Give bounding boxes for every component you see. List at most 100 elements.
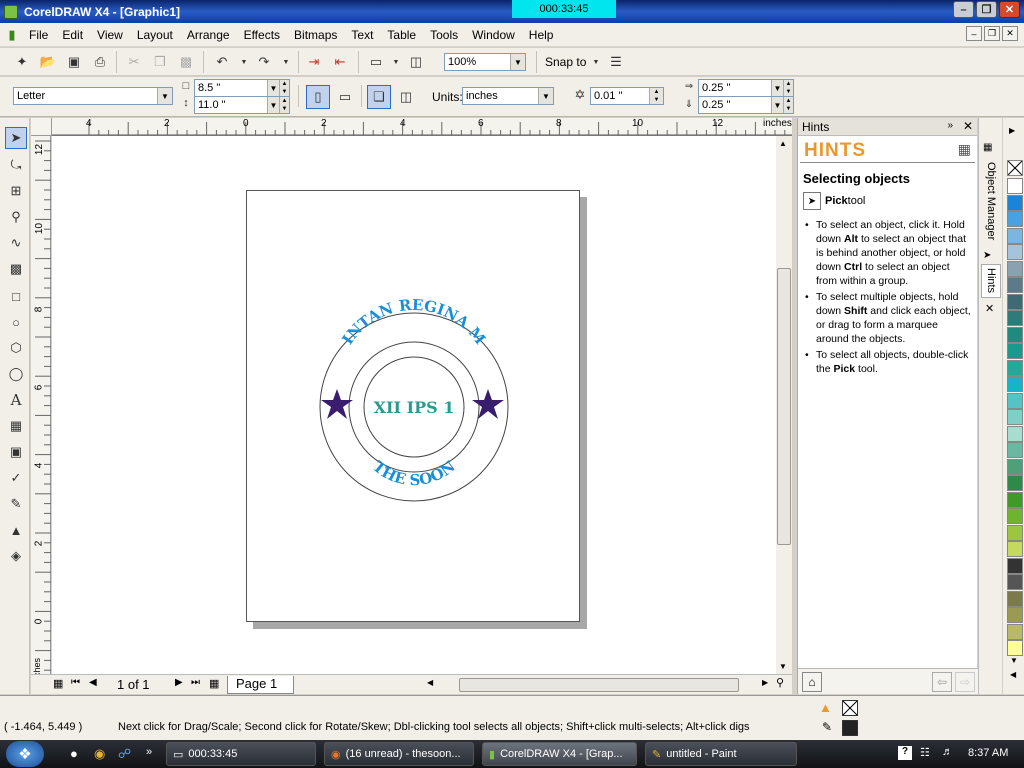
chevron-down-icon[interactable]: ▼ [771,80,783,96]
paper-type-combo[interactable]: Letter ▼ [13,87,173,105]
color-swatch[interactable] [1007,326,1023,343]
first-page-icon[interactable]: ⏮ [71,677,80,688]
menu-effects[interactable]: Effects [237,28,287,42]
dup-y-spin-icon[interactable]: ▲ ▼ [783,97,793,113]
redo-icon[interactable]: ↷ [254,52,274,72]
taskbar-item-browser[interactable]: ◉ (16 unread) - thesoon... [324,742,474,766]
color-swatch[interactable] [1007,227,1023,244]
color-swatch[interactable] [1007,392,1023,409]
undo-icon[interactable]: ↶ [212,52,232,72]
doc-close-button[interactable]: ✕ [1002,26,1018,41]
page-width-field[interactable]: 8.5 " ▼ ▲ ▼ [194,79,290,97]
tab-hints[interactable]: Hints [981,264,1001,298]
logo-design[interactable]: INTAN REGINA M THE SOON XII IPS 1 [247,191,581,623]
chrome-icon[interactable]: ◉ [94,746,105,762]
color-swatch[interactable] [1007,524,1023,541]
options-icon[interactable]: ☰ [606,52,626,72]
basic-shapes-tool-icon[interactable]: ◯ [5,363,27,385]
color-swatch[interactable] [1007,508,1023,524]
scroll-left-icon[interactable]: ◀ [427,678,433,687]
next-page-icon[interactable]: ▶ [175,677,183,688]
menu-layout[interactable]: Layout [130,28,180,42]
color-swatch[interactable] [1007,260,1023,277]
taskbar-item-timer[interactable]: ▭ 000:33:45 [166,742,316,766]
width-spin-icon[interactable]: ▲ ▼ [279,80,289,96]
fill-color-indicator[interactable] [842,700,858,716]
chevron-down-icon[interactable]: ▼ [267,80,279,96]
fill-tool-icon[interactable]: ▲ [5,519,27,541]
interactive-blend-tool-icon[interactable]: ▣ [5,441,27,463]
menu-tools[interactable]: Tools [423,28,465,42]
menu-edit[interactable]: Edit [55,28,90,42]
cut-icon[interactable]: ✂ [124,52,144,72]
vertical-ruler[interactable]: 12 10 8 6 4 2 0 inches [31,136,51,694]
chevron-down-icon[interactable]: ▼ [267,97,279,113]
open-icon[interactable]: 📂 [38,52,58,72]
rectangle-tool-icon[interactable]: □ [5,285,27,307]
height-spin-icon[interactable]: ▲ ▼ [279,97,289,113]
color-swatch[interactable] [1007,425,1023,442]
add-page-after-icon[interactable]: ▦ [209,677,219,690]
color-swatch[interactable] [1007,475,1023,491]
menu-arrange[interactable]: Arrange [180,28,237,42]
duplicate-distance-x-field[interactable]: 0.25 " ▼ ▲ ▼ [698,79,794,97]
color-swatch[interactable] [1007,211,1023,227]
bottom-curved-text[interactable]: THE SOON [369,457,459,489]
undo-dropdown-icon[interactable]: ▼ [234,52,254,72]
color-swatch[interactable] [1007,491,1023,508]
center-text[interactable]: XII IPS 1 [374,398,455,417]
zoom-level-combo[interactable]: 100% ▼ [444,53,526,71]
outline-pen-tool-icon[interactable]: ✎ [5,493,27,515]
scroll-up-icon[interactable]: ▲ [779,139,787,148]
polygon-tool-icon[interactable]: ⬡ [5,337,27,359]
add-page-before-icon[interactable]: ▦ [53,677,63,690]
units-combo[interactable]: inches ▼ [462,87,554,105]
home-icon[interactable]: ⌂ [802,672,822,692]
export-icon[interactable]: ⇤ [330,52,350,72]
menu-text[interactable]: Text [344,28,380,42]
network-tray-icon[interactable]: ☷ [920,746,930,759]
current-page-icon[interactable]: ◫ [395,85,417,109]
minimize-button[interactable]: – [953,1,974,18]
paste-icon[interactable]: ▩ [176,52,196,72]
zoom-tool-icon[interactable]: ⚲ [5,206,27,228]
chevron-down-icon[interactable]: ▼ [771,97,783,113]
ruler-origin-icon[interactable] [31,118,52,136]
import-icon[interactable]: ⇥ [304,52,324,72]
color-swatch[interactable] [1007,178,1023,194]
page-tab[interactable]: Page 1 [227,676,295,694]
object-manager-icon[interactable]: ▦ [983,142,992,153]
portrait-icon[interactable]: ▯ [306,85,330,109]
print-icon[interactable]: ⎙ [90,52,110,72]
redo-dropdown-icon[interactable]: ▼ [276,52,296,72]
application-launcher-icon[interactable]: ▭ [366,52,386,72]
color-swatch[interactable] [1007,293,1023,310]
taskbar-item-paint[interactable]: ✎ untitled - Paint [645,742,797,766]
color-swatch[interactable] [1007,623,1023,640]
nudge-spin-icon[interactable]: ▲ ▼ [649,88,663,104]
color-swatch[interactable] [1007,194,1023,211]
close-tab-icon[interactable]: ✕ [985,302,994,315]
vertical-scroll-thumb[interactable] [777,268,791,545]
dup-x-spin-icon[interactable]: ▲ ▼ [783,80,793,96]
launcher-dropdown-icon[interactable]: ▼ [386,52,406,72]
left-star[interactable] [321,389,353,419]
palette-expand-icon[interactable]: ◀ [1010,670,1016,679]
page-height-field[interactable]: 11.0 " ▼ ▲ ▼ [194,96,290,114]
color-swatch[interactable] [1007,590,1023,607]
text-tool-icon[interactable]: A [5,389,27,411]
menu-window[interactable]: Window [465,28,522,42]
welcome-screen-icon[interactable]: ◫ [406,52,426,72]
smart-fill-tool-icon[interactable]: ▩ [5,258,27,280]
back-icon[interactable]: ⇦ [932,672,952,692]
scroll-down-icon[interactable]: ▼ [779,662,787,671]
landscape-icon[interactable]: ▭ [334,85,356,109]
help-tray-icon[interactable]: ? [898,746,912,760]
tab-object-manager[interactable]: Object Manager [981,156,1001,246]
new-icon[interactable]: ✦ [12,52,32,72]
document-page[interactable]: INTAN REGINA M THE SOON XII IPS 1 [246,190,580,622]
navigator-zoom-icon[interactable]: ⚲ [776,676,784,689]
color-swatch[interactable] [1007,244,1023,260]
color-swatch[interactable] [1007,458,1023,475]
freehand-tool-icon[interactable]: ∿ [5,232,27,254]
